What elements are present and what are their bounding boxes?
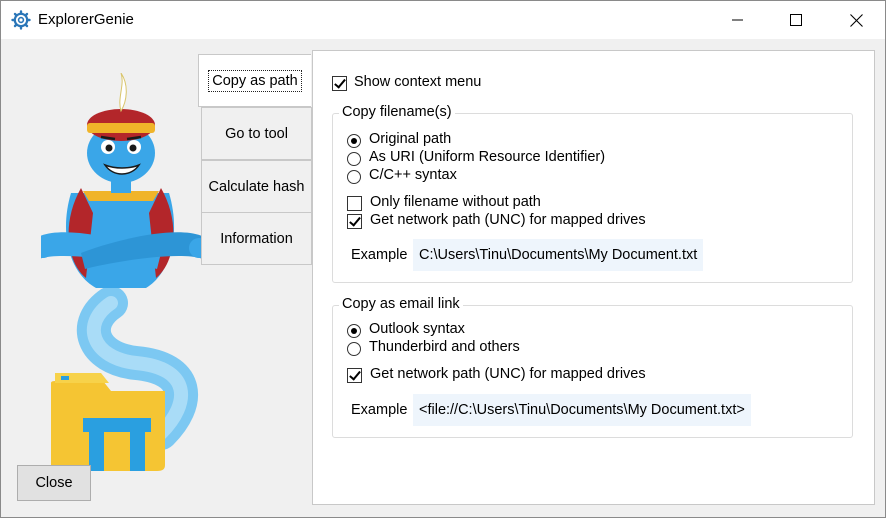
tab-copy-as-path[interactable]: Copy as path bbox=[198, 54, 311, 107]
maximize-button[interactable] bbox=[767, 1, 825, 39]
title-bar[interactable]: ExplorerGenie bbox=[1, 1, 885, 39]
tab-information[interactable]: Information bbox=[201, 212, 312, 265]
copy-filenames-group: Copy filename(s) Original path As URI (U… bbox=[332, 104, 853, 283]
group-title: Copy filename(s) bbox=[339, 104, 455, 120]
example-label: Example bbox=[351, 247, 408, 263]
app-window: ExplorerGenie Close Copy as path Go to t… bbox=[0, 0, 886, 518]
gear-icon bbox=[11, 10, 31, 30]
close-button[interactable]: Close bbox=[17, 465, 91, 501]
original-path-label[interactable]: Original path bbox=[369, 131, 451, 147]
email-network-path-label[interactable]: Get network path (UNC) for mapped drives bbox=[370, 366, 646, 382]
window-title: ExplorerGenie bbox=[38, 11, 134, 28]
network-path-checkbox[interactable] bbox=[347, 214, 362, 229]
client-area: Close Copy as path Go to tool Calculate … bbox=[1, 39, 885, 517]
show-context-menu-checkbox[interactable] bbox=[332, 76, 347, 91]
email-example-value: <file://C:\Users\Tinu\Documents\My Docum… bbox=[413, 394, 751, 426]
close-window-button[interactable] bbox=[827, 1, 885, 39]
c-syntax-radio[interactable] bbox=[347, 170, 361, 184]
example-label: Example bbox=[351, 402, 408, 418]
show-context-menu-label[interactable]: Show context menu bbox=[354, 74, 481, 90]
filename-example-value: C:\Users\Tinu\Documents\My Document.txt bbox=[413, 239, 704, 271]
uri-label[interactable]: As URI (Uniform Resource Identifier) bbox=[369, 149, 605, 165]
minimize-icon bbox=[732, 19, 743, 21]
copy-as-path-panel: Show context menu Copy filename(s) Origi… bbox=[312, 50, 875, 505]
tab-label: Calculate hash bbox=[208, 178, 305, 195]
uri-radio[interactable] bbox=[347, 152, 361, 166]
outlook-syntax-label[interactable]: Outlook syntax bbox=[369, 321, 465, 337]
thunderbird-radio[interactable] bbox=[347, 342, 361, 356]
c-syntax-label[interactable]: C/C++ syntax bbox=[369, 167, 457, 183]
original-path-radio[interactable] bbox=[347, 134, 361, 148]
minimize-button[interactable] bbox=[709, 1, 767, 39]
email-network-path-checkbox[interactable] bbox=[347, 368, 362, 383]
close-icon bbox=[849, 13, 863, 27]
thunderbird-label[interactable]: Thunderbird and others bbox=[369, 339, 520, 355]
network-path-label[interactable]: Get network path (UNC) for mapped drives bbox=[370, 212, 646, 228]
tab-label: Copy as path bbox=[208, 69, 302, 92]
tab-calculate-hash[interactable]: Calculate hash bbox=[201, 160, 312, 213]
outlook-syntax-radio[interactable] bbox=[347, 324, 361, 338]
tab-label: Go to tool bbox=[225, 125, 288, 142]
tab-label: Information bbox=[220, 230, 293, 247]
only-filename-label[interactable]: Only filename without path bbox=[370, 194, 541, 210]
maximize-icon bbox=[790, 14, 802, 26]
tab-go-to-tool[interactable]: Go to tool bbox=[201, 107, 312, 160]
email-link-group: Copy as email link Outlook syntax Thunde… bbox=[332, 296, 853, 438]
genie-illustration bbox=[41, 73, 201, 471]
group-title: Copy as email link bbox=[339, 296, 463, 312]
only-filename-checkbox[interactable] bbox=[347, 196, 362, 211]
